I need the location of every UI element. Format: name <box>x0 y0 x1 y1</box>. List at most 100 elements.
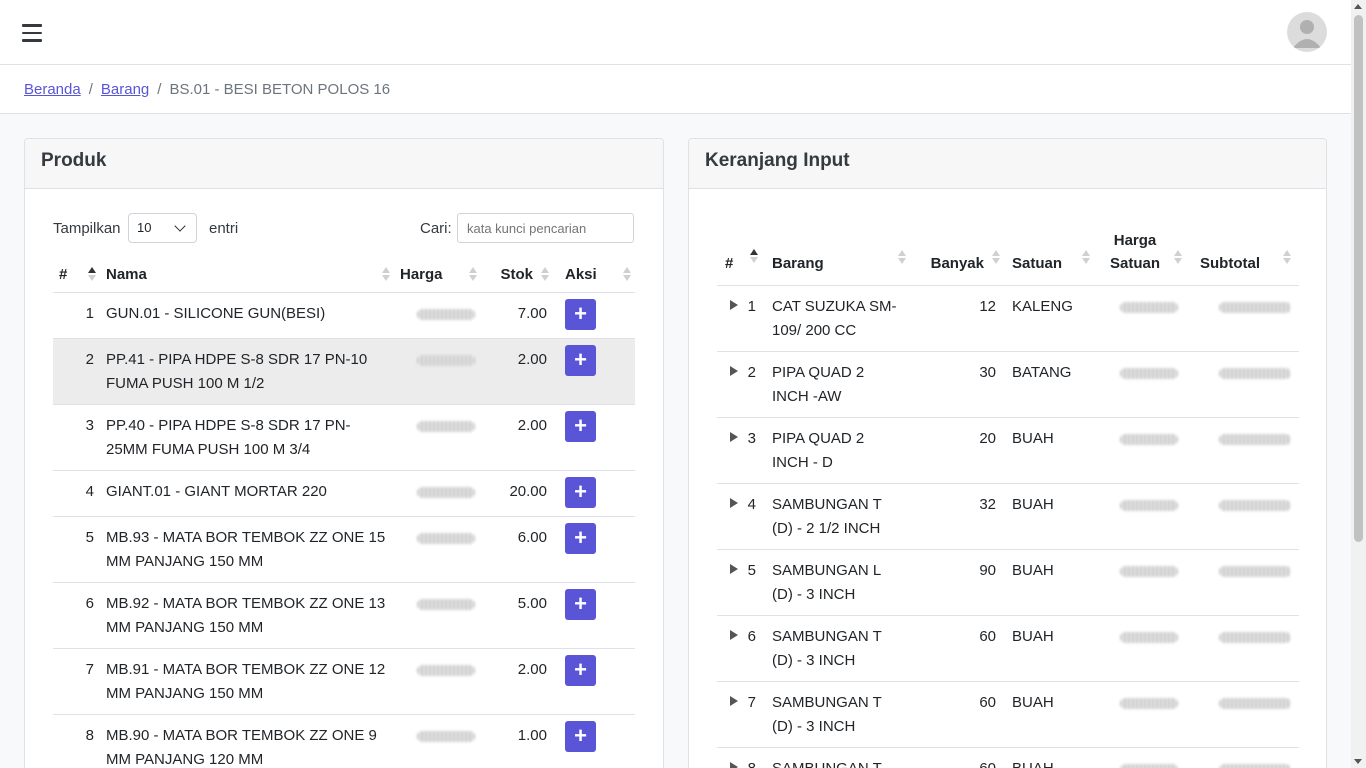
user-avatar[interactable] <box>1287 12 1327 52</box>
row-number: 8 <box>53 714 100 768</box>
row-number: 5 <box>747 562 756 579</box>
product-action: + <box>553 714 635 768</box>
product-action: + <box>553 292 635 339</box>
redacted-value <box>1120 302 1178 313</box>
column-header-harga[interactable]: Harga <box>394 257 481 293</box>
expand-row-icon[interactable] <box>729 696 738 706</box>
product-price <box>394 338 481 405</box>
entries-select[interactable]: 10 <box>128 213 197 243</box>
product-action: + <box>553 648 635 715</box>
item-quantity: 30 <box>912 351 1004 418</box>
expand-row-icon[interactable] <box>729 498 738 508</box>
item-unit: BUAH <box>1004 615 1096 682</box>
product-price <box>394 516 481 583</box>
product-stock: 6.00 <box>481 516 553 583</box>
item-unit-price <box>1096 615 1186 682</box>
item-subtotal <box>1186 417 1299 484</box>
show-entries-label: Tampilkan <box>53 220 121 237</box>
product-name: GUN.01 - SILICONE GUN(BESI) <box>100 292 394 339</box>
product-action: + <box>553 404 635 471</box>
column-header-harga-satuan[interactable]: Harga Satuan <box>1096 229 1186 286</box>
expand-row-icon[interactable] <box>729 564 738 574</box>
expand-row-icon[interactable] <box>729 630 738 640</box>
table-header-row: # Nama Harga Stok Aksi <box>53 257 635 293</box>
sort-icon <box>1174 250 1182 264</box>
column-header-label: Banyak <box>930 255 984 272</box>
search-input[interactable] <box>457 213 634 243</box>
row-number: 7 <box>747 694 756 711</box>
redacted-value <box>1120 632 1178 643</box>
scrollbar-thumb[interactable] <box>1354 15 1363 542</box>
scroll-up-icon[interactable] <box>1354 4 1362 9</box>
item-name: SAMBUNGAN T (D) - 3 INCH <box>764 615 912 682</box>
sort-icon <box>382 267 390 282</box>
add-to-cart-button[interactable]: + <box>565 654 596 686</box>
item-unit: BUAH <box>1004 417 1096 484</box>
column-header-satuan[interactable]: Satuan <box>1004 229 1096 286</box>
table-row: 4 GIANT.01 - GIANT MORTAR 220 20.00 + <box>53 470 635 517</box>
add-to-cart-button[interactable]: + <box>565 522 596 554</box>
redacted-value <box>1120 368 1178 379</box>
entries-select-value: 10 <box>137 220 152 235</box>
add-to-cart-button[interactable]: + <box>565 720 596 752</box>
table-row: 5 SAMBUNGAN L (D) - 3 INCH 90 BUAH <box>717 549 1299 616</box>
redacted-value <box>417 730 475 742</box>
column-header-label: # <box>59 265 68 283</box>
table-row: 3 PIPA QUAD 2 INCH - D 20 BUAH <box>717 417 1299 484</box>
expand-row-icon[interactable] <box>729 762 738 768</box>
keranjang-table: # Barang Banyak Satuan Harga Satuan Subt… <box>717 229 1299 768</box>
scroll-down-icon[interactable] <box>1354 759 1362 764</box>
row-number-cell: 1 <box>717 285 764 352</box>
expand-row-icon[interactable] <box>729 432 738 442</box>
column-header-stok[interactable]: Stok <box>481 257 553 293</box>
add-to-cart-button[interactable]: + <box>565 344 596 376</box>
breadcrumb-section-link[interactable]: Barang <box>101 81 149 98</box>
page-scrollbar[interactable] <box>1351 0 1366 768</box>
expand-row-icon[interactable] <box>729 300 738 310</box>
row-number: 1 <box>747 298 756 315</box>
add-to-cart-button[interactable]: + <box>565 410 596 442</box>
expand-row-icon[interactable] <box>729 366 738 376</box>
entries-label: entri <box>209 220 239 237</box>
user-icon <box>1293 20 1321 48</box>
redacted-value <box>417 354 475 366</box>
item-subtotal <box>1186 747 1299 768</box>
table-row: 7 SAMBUNGAN T (D) - 3 INCH 60 BUAH <box>717 681 1299 748</box>
product-action: + <box>553 338 635 405</box>
breadcrumb: Beranda / Barang / BS.01 - BESI BETON POLOS … <box>0 65 1351 114</box>
column-header-barang[interactable]: Barang <box>764 229 912 286</box>
add-to-cart-button[interactable]: + <box>565 588 596 620</box>
add-to-cart-button[interactable]: + <box>565 298 596 330</box>
menu-toggle-icon[interactable] <box>22 24 42 42</box>
item-unit: BUAH <box>1004 483 1096 550</box>
product-stock: 1.00 <box>481 714 553 768</box>
add-to-cart-button[interactable]: + <box>565 476 596 508</box>
redacted-value <box>417 664 475 676</box>
product-price <box>394 714 481 768</box>
item-subtotal <box>1186 285 1299 352</box>
column-header-subtotal[interactable]: Subtotal <box>1186 229 1299 286</box>
redacted-value <box>1219 764 1291 768</box>
sort-icon <box>898 250 906 264</box>
item-subtotal <box>1186 483 1299 550</box>
column-header-aksi[interactable]: Aksi <box>553 257 635 293</box>
item-quantity: 32 <box>912 483 1004 550</box>
column-header-no[interactable]: # <box>717 229 764 286</box>
item-name: SAMBUNGAN T (D) - 2 1/2 INCH <box>764 483 912 550</box>
row-number-cell: 5 <box>717 549 764 616</box>
item-unit-price <box>1096 417 1186 484</box>
item-unit-price <box>1096 483 1186 550</box>
item-name: PIPA QUAD 2 INCH -AW <box>764 351 912 418</box>
column-header-no[interactable]: # <box>53 257 100 293</box>
breadcrumb-home-link[interactable]: Beranda <box>24 81 81 98</box>
redacted-value <box>1219 566 1291 577</box>
table-row: 1 GUN.01 - SILICONE GUN(BESI) 7.00 + <box>53 292 635 339</box>
column-header-nama[interactable]: Nama <box>100 257 394 293</box>
column-header-label: Harga Satuan <box>1109 232 1160 272</box>
item-name: SAMBUNGAN T <box>764 747 912 768</box>
column-header-banyak[interactable]: Banyak <box>912 229 1004 286</box>
item-unit: BUAH <box>1004 681 1096 748</box>
table-row: 1 CAT SUZUKA SM-109/ 200 CC 12 KALENG <box>717 285 1299 352</box>
redacted-value <box>417 532 475 544</box>
product-name: PP.40 - PIPA HDPE S-8 SDR 17 PN-25MM FUM… <box>100 404 394 471</box>
